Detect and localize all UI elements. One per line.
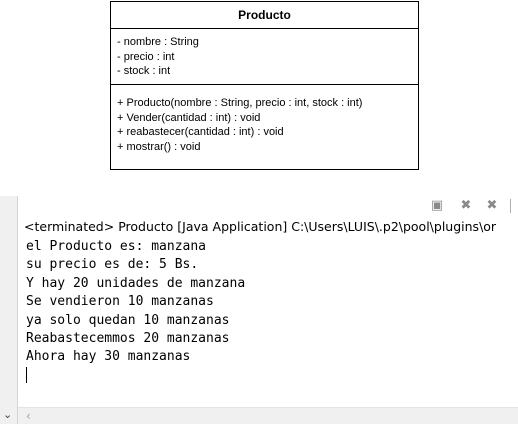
console-output[interactable]: el Producto es: manzana su precio es de:… [26,238,506,367]
horizontal-scrollbar[interactable]: ‹ [18,407,518,424]
console-gutter [0,196,18,424]
uml-attributes: - nombre : String - precio : int - stock… [111,29,418,85]
clear-console-icon[interactable]: ▣ [429,198,445,214]
uml-attribute: - nombre : String [117,36,199,48]
output-line: Se vendieron 10 manzanas [26,294,214,310]
remove-all-terminated-icon[interactable]: ✖ [484,198,500,214]
uml-methods: + Producto(nombre : String, precio : int… [111,85,418,154]
uml-attribute: - stock : int [117,65,171,77]
uml-method: + Producto(nombre : String, precio : int… [117,97,363,109]
uml-class-name: Producto [111,2,418,29]
remove-launch-icon[interactable]: ✖ [458,198,474,214]
output-line: Reabastecemmos 20 manzanas [26,330,230,346]
output-line: su precio es de: 5 Bs. [26,257,199,273]
console-status-label: <terminated> Producto [Java Application]… [24,219,497,234]
console-toolbar: ▣ ✖ ✖ [18,196,518,216]
uml-method: + mostrar() : void [117,140,201,153]
uml-method: + reabastecer(cantidad : int) : void [117,126,284,138]
uml-attribute: - precio : int [117,50,175,63]
text-caret [26,367,27,383]
output-line: ya solo quedan 10 manzanas [26,312,230,328]
collapse-arrow-icon[interactable]: ⌄ [3,409,12,421]
output-line: Ahora hay 30 manzanas [26,349,191,365]
output-line: Y hay 20 unidades de manzana [26,275,246,291]
console-view: ⌄ ▣ ✖ ✖ <terminated> Producto [Java Appl… [0,196,518,424]
uml-method: + Vender(cantidad : int) : void [117,111,261,124]
toolbar-separator [510,199,511,213]
uml-class-box: Producto - nombre : String - precio : in… [110,1,419,170]
scroll-left-icon[interactable]: ‹ [26,408,31,424]
output-line: el Producto es: manzana [26,239,207,254]
